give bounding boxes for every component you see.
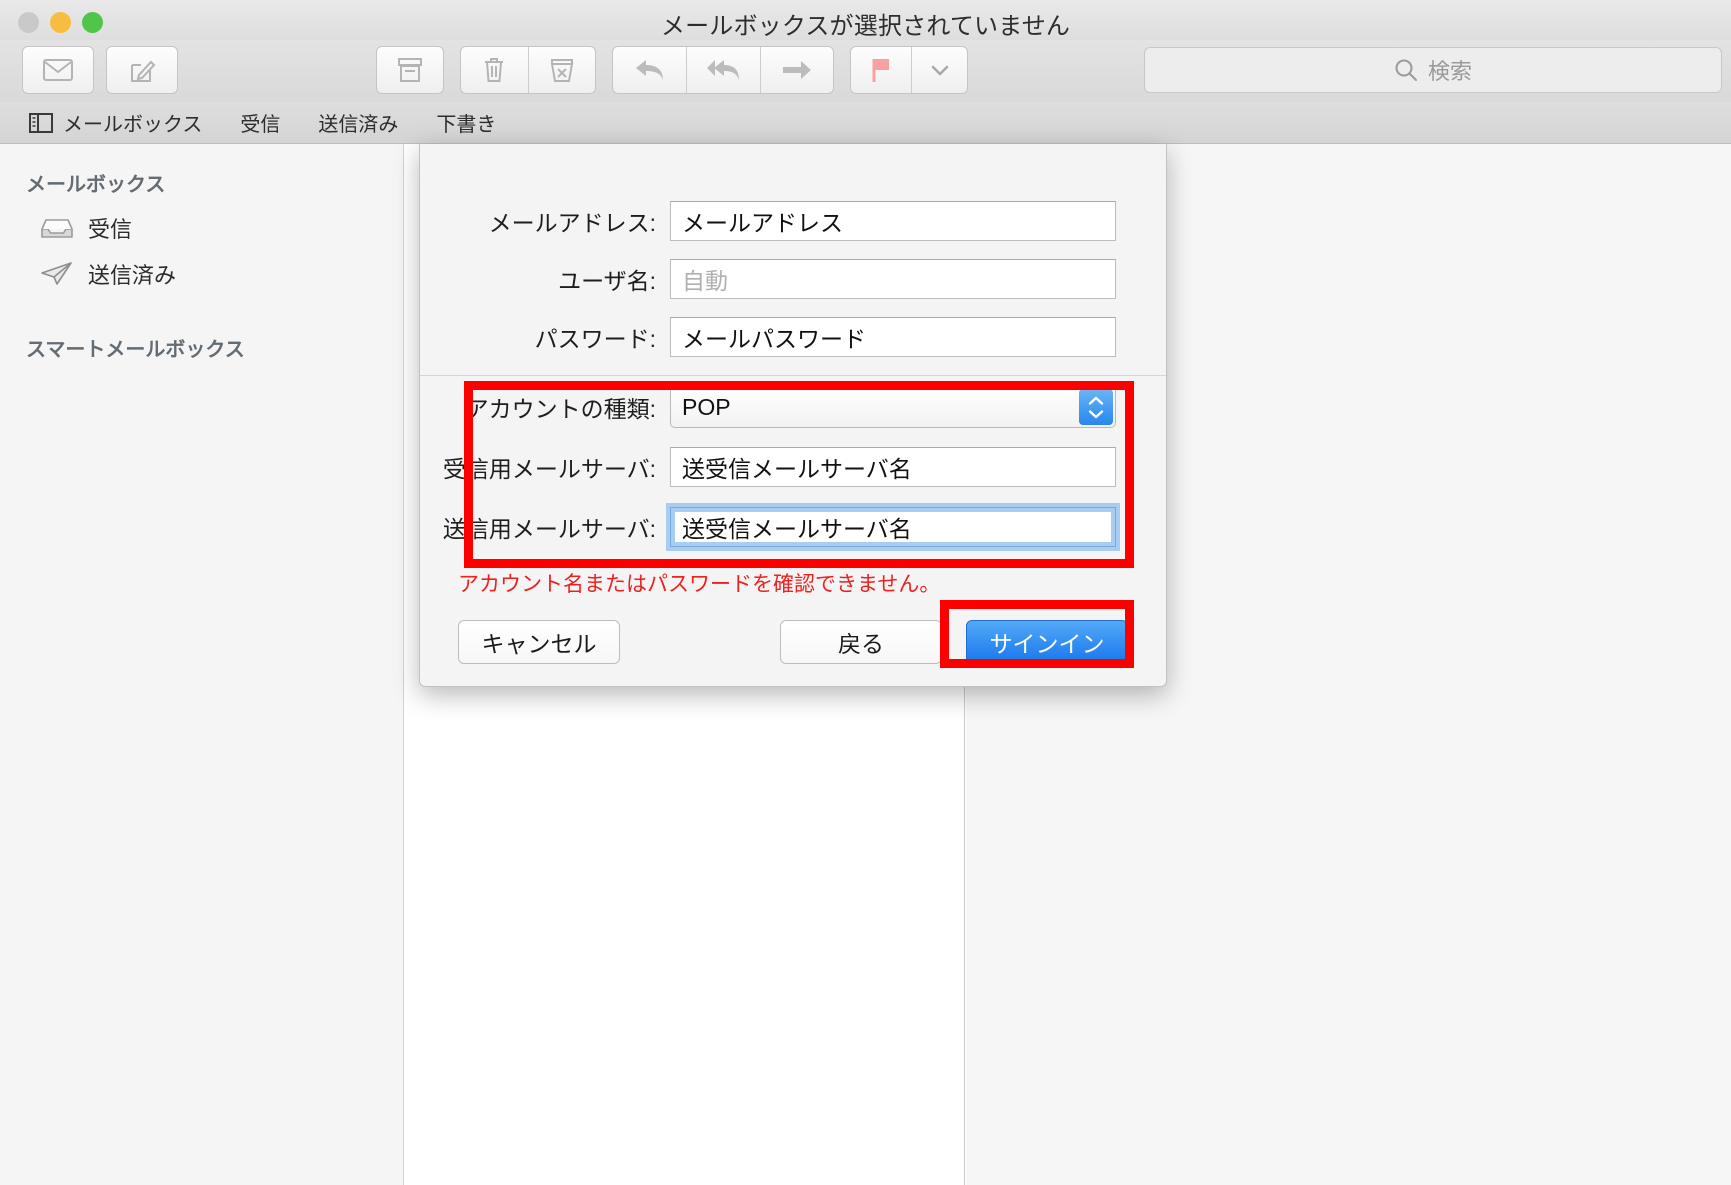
get-mail-button[interactable]	[22, 46, 94, 94]
username-row: ユーザ名: 自動	[420, 250, 1166, 308]
flag-menu-button[interactable]	[912, 47, 967, 93]
password-field[interactable]: メールパスワード	[670, 317, 1116, 357]
outgoing-server-row: 送信用メールサーバ: 送受信メールサーバ名	[420, 496, 1166, 558]
chevron-down-icon	[1087, 409, 1105, 419]
spacer	[420, 144, 1166, 192]
sidebar-section-header-mailboxes: メールボックス	[0, 158, 403, 205]
spacer	[398, 122, 436, 123]
spacer	[0, 297, 403, 323]
flag-button[interactable]	[851, 47, 912, 93]
archive-button[interactable]	[376, 46, 444, 94]
account-type-value: POP	[682, 394, 731, 421]
cancel-button[interactable]: キャンセル	[458, 620, 620, 664]
chevron-up-icon	[1087, 396, 1105, 406]
flag-group	[850, 46, 968, 94]
email-address-label: メールアドレス:	[420, 204, 670, 238]
trash-icon	[482, 56, 506, 84]
sidebar-section-header-smart-mailboxes: スマートメールボックス	[0, 323, 403, 370]
mail-app-window: メールボックスが選択されていません	[0, 0, 1731, 1185]
sidebar-item-inbox[interactable]: 受信	[0, 205, 403, 251]
sidebar-item-label-sent: 送信済み	[88, 258, 176, 290]
forward-icon	[781, 59, 813, 81]
sidebar-item-mailboxes-toggle[interactable]: メールボックス	[28, 108, 202, 137]
compose-icon	[128, 56, 156, 84]
chevron-down-icon	[930, 63, 950, 77]
back-button[interactable]: 戻る	[780, 620, 942, 664]
sent-paperplane-icon	[40, 260, 74, 288]
account-type-row: アカウントの種類: POP	[420, 376, 1166, 438]
junk-icon	[549, 56, 575, 84]
outgoing-server-label: 送信用メールサーバ:	[420, 510, 670, 544]
sidebar-item-sent[interactable]: 送信済み	[0, 251, 403, 297]
reply-button[interactable]	[613, 47, 687, 93]
signin-button[interactable]: サインイン	[966, 620, 1128, 664]
sidebar-item-label-inbox: 受信	[88, 212, 132, 244]
reply-group	[612, 46, 834, 94]
username-field[interactable]: 自動	[670, 259, 1116, 299]
favorites-tab-drafts[interactable]: 下書き	[436, 108, 496, 137]
email-address-field[interactable]: メールアドレス	[670, 201, 1116, 241]
archive-icon	[397, 56, 423, 84]
spacer	[280, 122, 318, 123]
incoming-server-row: 受信用メールサーバ: 送受信メールサーバ名	[420, 438, 1166, 496]
email-address-row: メールアドレス: メールアドレス	[420, 192, 1166, 250]
reply-icon	[634, 57, 666, 83]
search-placeholder: 検索	[1428, 54, 1472, 86]
password-label: パスワード:	[420, 320, 670, 354]
account-setup-sheet: メールアドレス: メールアドレス ユーザ名: 自動 パスワード: メールパスワー…	[419, 144, 1167, 687]
reply-all-button[interactable]	[687, 47, 761, 93]
up-down-chevrons-icon[interactable]	[1079, 389, 1113, 425]
flag-icon	[870, 56, 892, 84]
incoming-server-field[interactable]: 送受信メールサーバ名	[670, 447, 1116, 487]
account-type-select[interactable]: POP	[670, 386, 1116, 428]
mark-junk-button[interactable]	[529, 47, 596, 93]
delete-button[interactable]	[461, 47, 529, 93]
favorites-label-sent: 送信済み	[318, 108, 398, 137]
username-label: ユーザ名:	[420, 262, 670, 296]
favorites-label-mailboxes: メールボックス	[63, 108, 202, 137]
error-message: アカウント名またはパスワードを確認できません。	[420, 568, 1166, 598]
delete-junk-group	[460, 46, 596, 94]
favorites-bar: メールボックス 受信 送信済み 下書き	[0, 102, 1731, 144]
sidebar: メールボックス 受信 送信済み スマートメールボックス	[0, 144, 404, 1185]
favorites-tab-sent[interactable]: 送信済み	[318, 108, 398, 137]
toolbar: 検索	[0, 40, 1731, 103]
account-type-label: アカウントの種類:	[420, 390, 670, 424]
compose-message-button[interactable]	[106, 46, 178, 94]
spacer	[202, 122, 240, 123]
envelope-icon	[43, 59, 73, 81]
inbox-icon	[40, 215, 74, 241]
window-title: メールボックスが選択されていません	[0, 6, 1731, 41]
search-field[interactable]: 検索	[1144, 47, 1722, 93]
password-row: パスワード: メールパスワード	[420, 308, 1166, 366]
sidebar-icon	[28, 110, 54, 136]
search-icon	[1394, 58, 1418, 82]
favorites-label-inbox: 受信	[240, 108, 280, 137]
sheet-button-row: キャンセル 戻る サインイン	[420, 618, 1166, 666]
favorites-label-drafts: 下書き	[436, 108, 496, 137]
favorites-tab-inbox[interactable]: 受信	[240, 108, 280, 137]
forward-button[interactable]	[761, 47, 833, 93]
outgoing-server-field[interactable]: 送受信メールサーバ名	[670, 507, 1116, 547]
incoming-server-label: 受信用メールサーバ:	[420, 450, 670, 484]
reply-all-icon	[706, 57, 742, 83]
